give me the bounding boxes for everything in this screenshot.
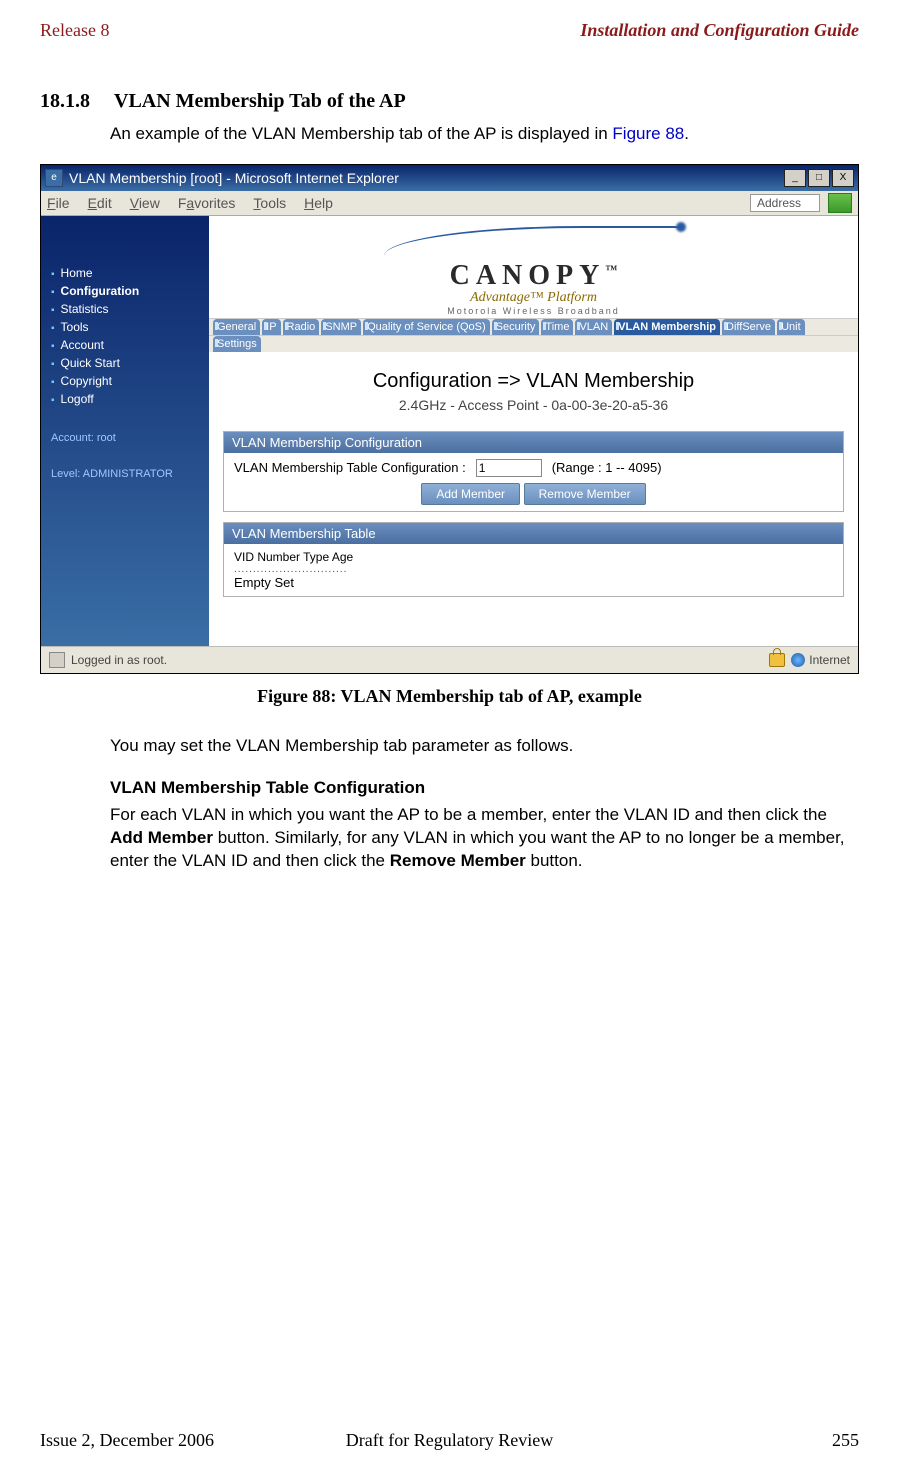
ie-window-title: VLAN Membership [root] - Microsoft Inter… [69,170,399,186]
main-content: CANOPY™ Advantage™ Platform Motorola Wir… [209,216,858,646]
vlan-id-input[interactable] [476,459,542,477]
subheading: VLAN Membership Table Configuration [110,778,859,798]
sidebar-item-logoff[interactable]: Logoff [51,390,209,408]
panel-vlan-config: VLAN Membership Configuration VLAN Membe… [223,431,844,512]
sidebar-account-name: Account: root [41,432,209,444]
lock-icon [769,653,785,667]
tab-radio[interactable]: Radio [283,319,320,335]
menu-file[interactable]: File [47,195,70,211]
section-title: VLAN Membership Tab of the AP [114,90,406,112]
window-maximize-button[interactable]: □ [808,169,830,187]
tab-security[interactable]: Security [492,319,540,335]
footer-page-number: 255 [832,1430,859,1451]
status-text: Logged in as root. [71,653,167,667]
panel-vlan-table-header: VLAN Membership Table [224,523,843,544]
config-tabs-row2: Settings [209,335,858,352]
section-heading: 18.1.8 VLAN Membership Tab of the AP [40,90,859,113]
sidebar-item-home[interactable]: Home [51,264,209,282]
sidebar-item-configuration[interactable]: Configuration [51,282,209,300]
panel-vlan-table: VLAN Membership Table VID Number Type Ag… [223,522,844,597]
brand-area: CANOPY™ Advantage™ Platform Motorola Wir… [209,216,858,318]
status-page-icon [49,652,65,668]
ie-title-bar: e VLAN Membership [root] - Microsoft Int… [41,165,858,191]
sidebar-item-copyright[interactable]: Copyright [51,372,209,390]
brand-smallprint: Motorola Wireless Broadband [209,306,858,316]
ie-throbber-icon [828,193,852,213]
intro-paragraph: An example of the VLAN Membership tab of… [110,123,859,146]
tab-unit[interactable]: Unit [777,319,805,335]
tab-vlan[interactable]: VLAN [575,319,612,335]
intro-text-a: An example of the VLAN Membership tab of… [110,124,612,143]
figure-caption: Figure 88: VLAN Membership tab of AP, ex… [40,686,859,707]
brand-swoosh-icon [384,226,684,258]
nav-sidebar: Home Configuration Statistics Tools Acco… [41,216,209,646]
status-zone: Internet [809,653,850,667]
menu-edit[interactable]: Edit [88,195,112,211]
tab-qos[interactable]: Quality of Service (QoS) [363,319,490,335]
internet-zone-icon [791,653,805,667]
vlan-table-columns: VID Number Type Age [234,550,833,564]
menu-view[interactable]: View [130,195,160,211]
ie-menu-bar: File Edit View Favorites Tools Help Addr… [41,191,858,216]
header-release: Release 8 [40,20,109,41]
tab-vlan-membership[interactable]: VLAN Membership [614,319,720,335]
tab-snmp[interactable]: SNMP [321,319,361,335]
remove-member-button[interactable]: Remove Member [524,483,646,505]
section-number: 18.1.8 [40,90,90,112]
add-member-button[interactable]: Add Member [421,483,520,505]
tab-ip[interactable]: IP [262,319,280,335]
sidebar-item-tools[interactable]: Tools [51,318,209,336]
config-tabs-row1: General IP Radio SNMP Quality of Service… [209,318,858,335]
address-bar[interactable]: Address [750,194,820,212]
figure-screenshot: e VLAN Membership [root] - Microsoft Int… [40,164,859,674]
paragraph-1: You may set the VLAN Membership tab para… [110,735,859,758]
tab-time[interactable]: Time [541,319,573,335]
config-page-subtitle: 2.4GHz - Access Point - 0a-00-3e-20-a5-3… [223,397,844,431]
figure-link[interactable]: Figure 88 [612,124,684,143]
sidebar-item-quickstart[interactable]: Quick Start [51,354,209,372]
vlan-table-empty: Empty Set [234,575,833,590]
brand-name: CANOPY™ [209,260,858,292]
sidebar-item-account[interactable]: Account [51,336,209,354]
window-close-button[interactable]: X [832,169,854,187]
sidebar-item-statistics[interactable]: Statistics [51,300,209,318]
tab-diffserve[interactable]: DiffServe [722,319,775,335]
header-doc-title: Installation and Configuration Guide [580,20,859,41]
footer-draft: Draft for Regulatory Review [0,1430,899,1451]
intro-text-b: . [684,124,689,143]
menu-favorites[interactable]: Favorites [178,195,236,211]
vlan-table-divider: .............................. [234,564,833,575]
ie-app-icon: e [45,169,63,187]
menu-help[interactable]: Help [304,195,333,211]
menu-tools[interactable]: Tools [253,195,286,211]
sidebar-account-level: Level: ADMINISTRATOR [41,468,209,480]
window-minimize-button[interactable]: _ [784,169,806,187]
tab-settings[interactable]: Settings [213,336,261,352]
vlan-range-label: (Range : 1 -- 4095) [552,460,662,475]
vlan-config-label: VLAN Membership Table Configuration : [234,460,466,475]
ie-status-bar: Logged in as root. Internet [41,646,858,673]
brand-subtitle: Advantage™ Platform [209,290,858,306]
config-page-title: Configuration => VLAN Membership [223,360,844,397]
panel-vlan-config-header: VLAN Membership Configuration [224,432,843,453]
paragraph-2: For each VLAN in which you want the AP t… [110,804,859,873]
tab-general[interactable]: General [213,319,260,335]
